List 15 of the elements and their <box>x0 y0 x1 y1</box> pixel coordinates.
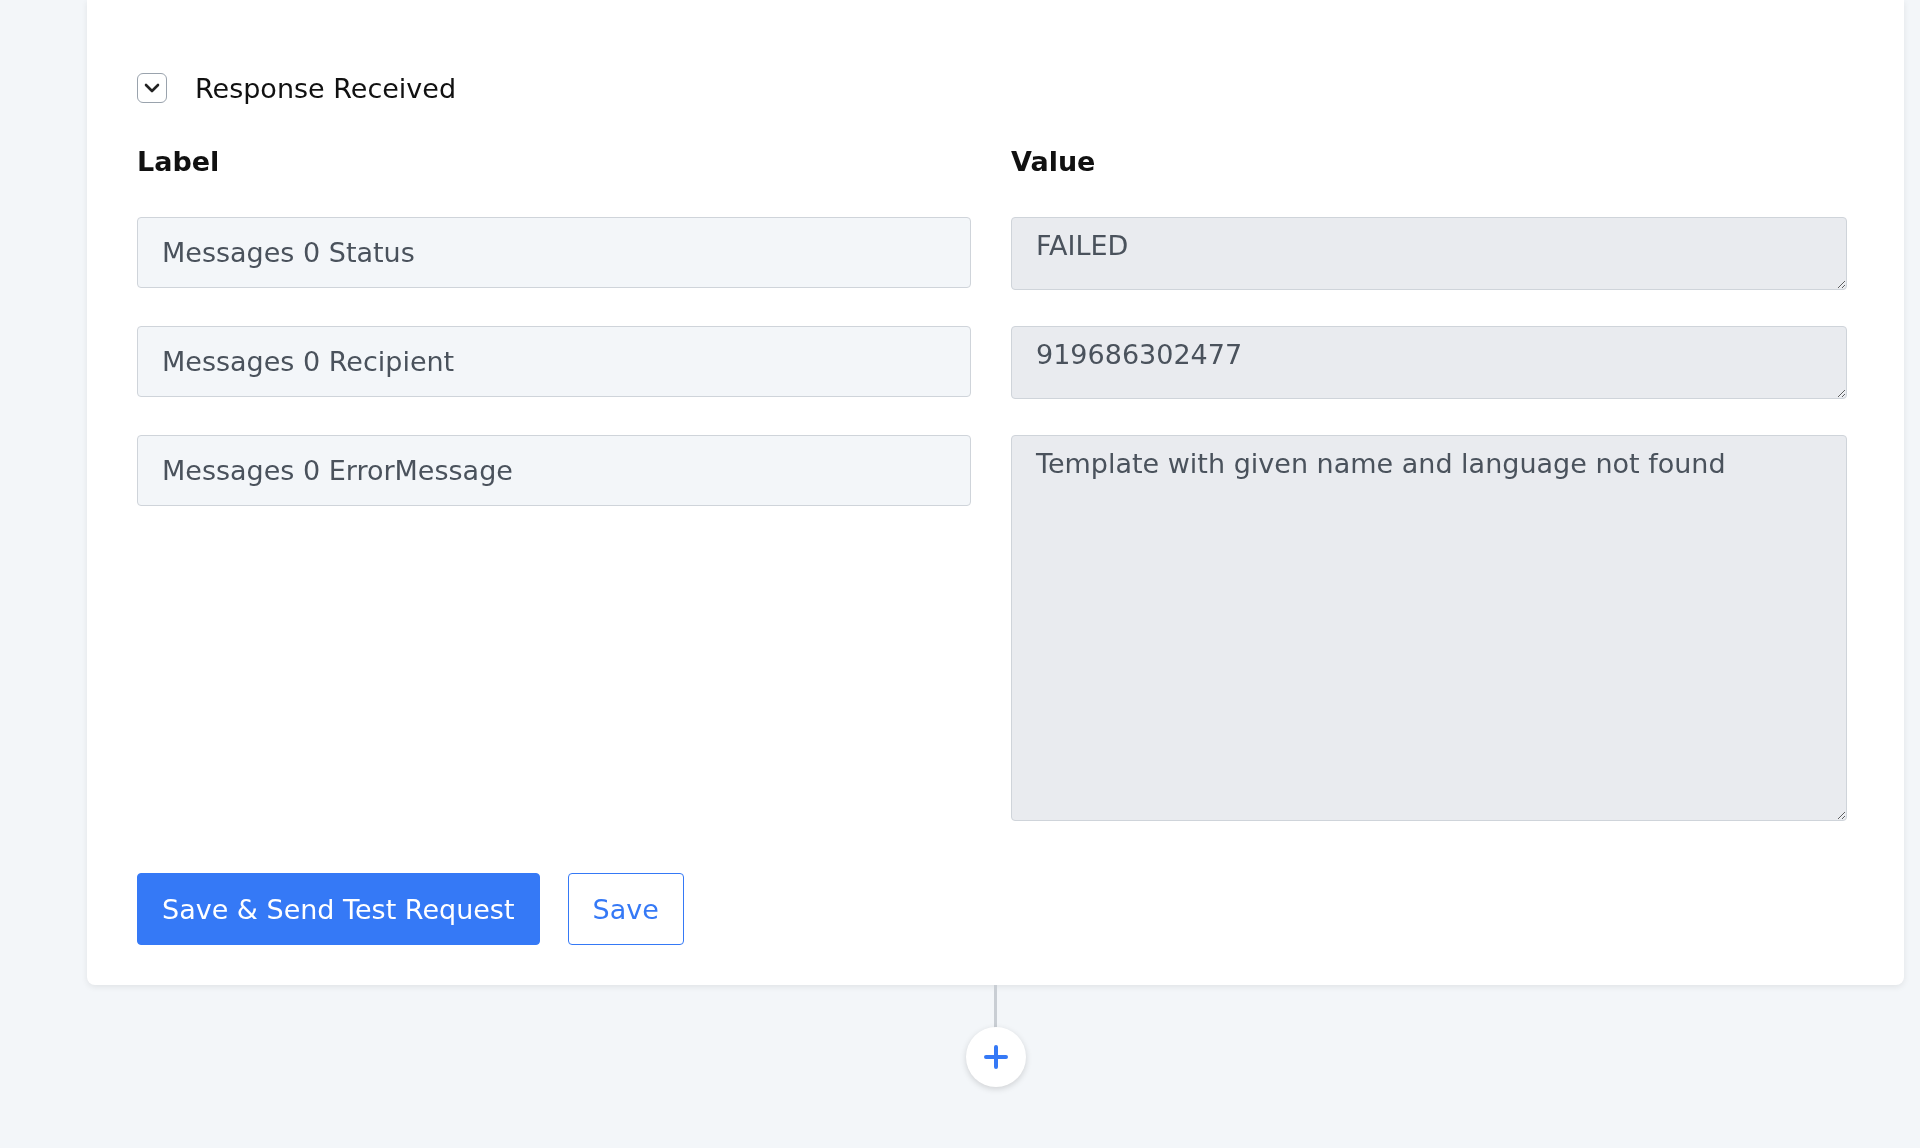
label-field[interactable]: Messages 0 Status <box>137 217 971 288</box>
save-button[interactable]: Save <box>567 873 684 945</box>
value-field[interactable]: FAILED <box>1011 217 1847 290</box>
chevron-down-icon <box>144 83 160 93</box>
value-field[interactable]: 919686302477 <box>1011 326 1847 399</box>
column-header: Label <box>137 146 221 177</box>
section-title: Response Received <box>195 72 457 104</box>
column-header: Value <box>1011 146 1097 177</box>
label-field[interactable]: Messages 0 Recipient <box>137 326 971 397</box>
add-step-button[interactable] <box>965 1027 1026 1087</box>
plus-icon <box>983 1045 1008 1069</box>
collapse-toggle[interactable] <box>137 73 167 103</box>
send-test-button[interactable]: Save & Send Test Request <box>137 873 540 945</box>
value-field[interactable]: Template with given name and language not found <box>1011 435 1847 821</box>
label-field[interactable]: Messages 0 ErrorMessage <box>137 435 971 506</box>
